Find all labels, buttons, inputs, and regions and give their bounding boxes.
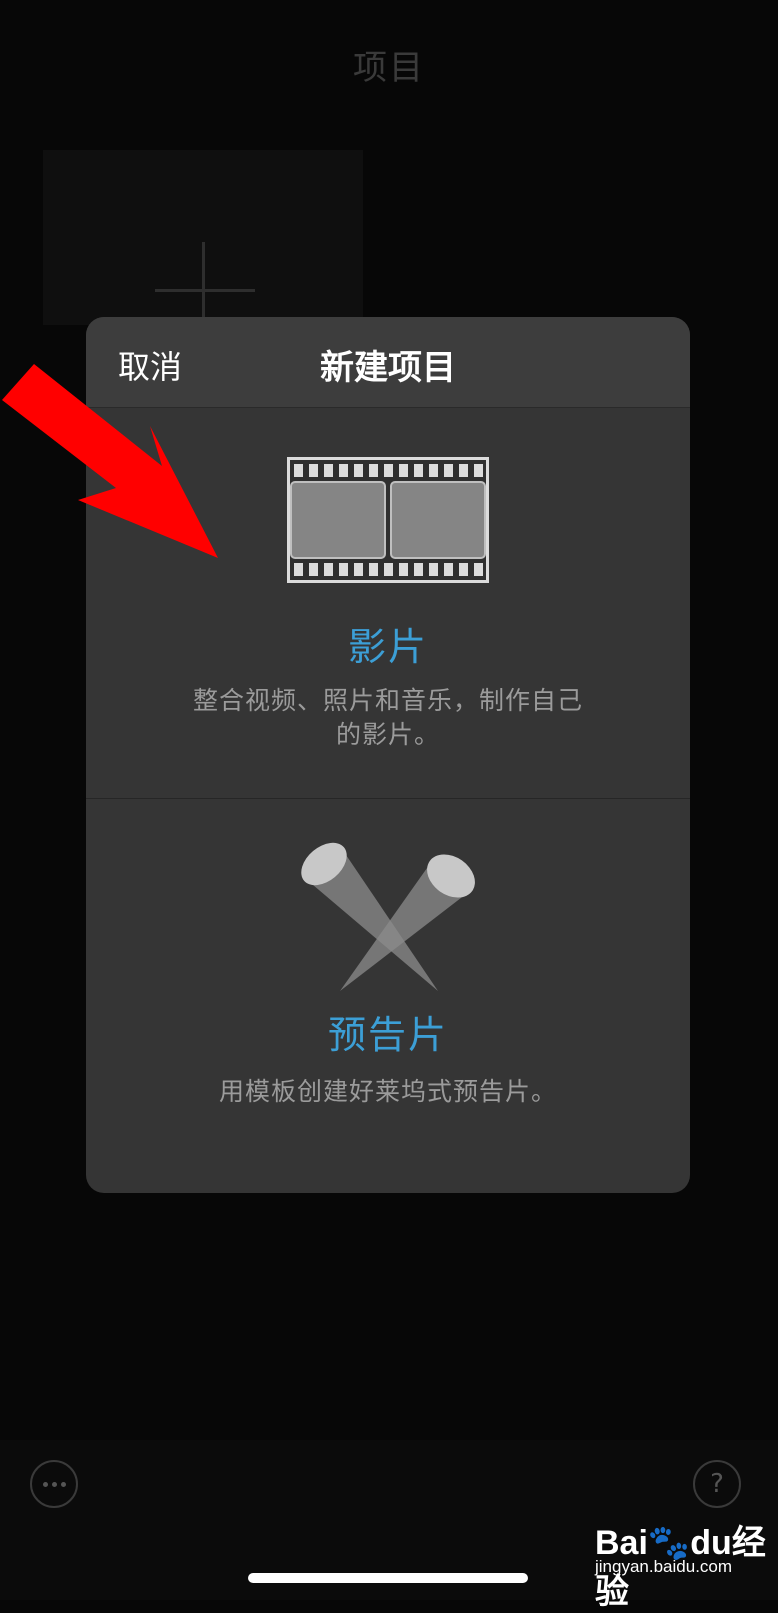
trailer-option[interactable]: 预告片 用模板创建好莱坞式预告片。 <box>86 799 690 1193</box>
watermark-url: jingyan.baidu.com <box>595 1557 733 1576</box>
movie-option-title: 影片 <box>347 625 428 669</box>
page-title: 项目 <box>353 48 425 88</box>
trailer-option-title: 预告片 <box>327 1013 448 1057</box>
movie-option-description: 整合视频、照片和音乐，制作自己的影片。 <box>192 686 583 749</box>
dot-icon <box>42 1481 48 1487</box>
spotlights-icon <box>301 842 475 991</box>
more-options-button[interactable] <box>30 1460 78 1508</box>
home-indicator[interactable] <box>248 1573 528 1583</box>
create-project-tile[interactable] <box>43 150 363 342</box>
baidu-jingyan-watermark: Bai🐾du经验 jingyan.baidu.com <box>595 1515 775 1611</box>
trailer-option-description: 用模板创建好莱坞式预告片。 <box>218 1077 557 1106</box>
dot-icon <box>51 1481 57 1487</box>
film-strip-icon <box>287 457 489 583</box>
dot-icon <box>60 1481 66 1487</box>
red-arrow-annotation <box>2 364 218 558</box>
help-button[interactable]: ? <box>693 1460 741 1508</box>
